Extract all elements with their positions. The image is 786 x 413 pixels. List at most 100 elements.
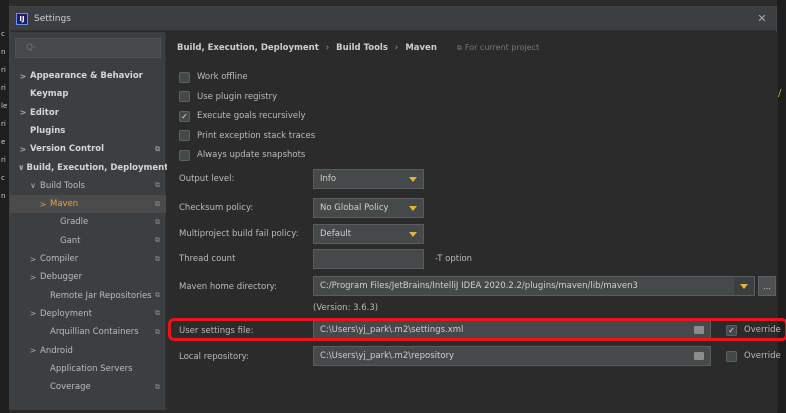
sidebar-item-build-tools[interactable]: ∨ Build Tools ⧉ [10,177,166,195]
project-scope-icon: ⧉ [155,254,160,263]
override-checkbox[interactable] [726,350,737,362]
sidebar-item-version-control[interactable]: > Version Control ⧉ [10,140,166,158]
sidebar-item-deployment[interactable]: > Deployment ⧉ [10,305,166,323]
sidebar-item-label: Arquillian Containers [50,327,139,338]
output-level-select[interactable]: Info [313,169,424,189]
multiproject-fail-select[interactable]: Default [313,224,424,244]
breadcrumb-separator: › [394,43,399,53]
chevron-right-icon: > [19,71,27,81]
chevron-right-icon: > [29,309,37,319]
sidebar-item-label: Application Servers [50,363,133,374]
thread-count-input[interactable] [313,249,424,269]
multiproject-fail-label: Multiproject build fail policy: [179,229,299,239]
sidebar-item-gradle[interactable]: Gradle ⧉ [10,213,166,231]
option-checkbox[interactable] [179,71,190,83]
local-repository-value: C:\Users\yj_park\.m2\repository [320,351,455,361]
chevron-right-icon: > [19,108,27,118]
option-work-offline[interactable]: Work offline [179,69,248,85]
maven-version-label: (Version: 3.6.3) [313,303,379,313]
chevron-right-icon: > [29,272,37,282]
breadcrumb: Build, Execution, Deployment › Build Too… [177,43,539,53]
option-label: Use plugin registry [197,91,278,102]
sidebar-item-compiler[interactable]: > Compiler ⧉ [10,250,166,268]
chevron-right-icon: > [19,144,27,154]
search-box[interactable] [15,38,161,58]
folder-icon[interactable] [694,352,704,360]
option-checkbox[interactable] [179,149,190,161]
search-input[interactable] [26,43,146,53]
sidebar-item-editor[interactable]: > Editor [10,104,166,122]
chevron-down-icon [403,199,423,217]
checksum-policy-label: Checksum policy: [179,203,254,213]
sidebar-item-label: Plugins [30,125,66,136]
project-scope-icon: ⧉ [155,291,160,300]
multiproject-fail-value: Default [320,229,352,239]
sidebar-item-remote-jar-repositories[interactable]: Remote Jar Repositories ⧉ [10,287,166,305]
option-label: Execute goals recursively [197,111,306,121]
project-scope-icon: ⧉ [155,181,160,190]
maven-home-value: C:/Program Files/JetBrains/IntelliJ IDEA… [320,281,638,291]
local-repository-override[interactable]: Override [726,348,781,364]
local-repository-label: Local repository: [179,352,249,362]
window-title: Settings [34,13,71,24]
current-project-note-text: For current project [464,43,540,52]
sidebar-item-label: Coverage [50,382,91,393]
chevron-right-icon: > [29,346,37,355]
background-glyph: ri [1,156,6,164]
option-label: Work offline [197,72,248,82]
chevron-right-icon: > [29,254,37,264]
option-use-plugin-registry[interactable]: Use plugin registry [179,89,277,105]
sidebar-item-maven[interactable]: > Maven ⧉ [10,195,166,214]
sidebar-item-debugger[interactable]: > Debugger [10,268,166,286]
option-checkbox[interactable] [179,130,190,141]
close-icon[interactable]: ✕ [748,12,776,25]
thread-count-label: Thread count [179,254,236,264]
current-project-note: ⧉ For current project [457,43,539,53]
sidebar-item-coverage[interactable]: Coverage ⧉ [10,378,166,396]
thread-count-hint: -T option [435,254,473,264]
maven-home-label: Maven home directory: [179,282,277,292]
local-repository-input[interactable]: C:\Users\yj_park\.m2\repository [313,346,711,366]
chevron-down-icon: ∨ [18,163,25,172]
option-label: Always update snapshots [197,150,306,160]
sidebar-item-label: Maven [50,199,79,210]
background-glyph: / [778,88,782,99]
maven-home-select[interactable]: C:/Program Files/JetBrains/IntelliJ IDEA… [313,276,755,296]
sidebar-item-plugins[interactable]: Plugins [10,122,166,140]
sidebar-item-keymap[interactable]: Keymap [10,85,166,103]
sidebar-item-label: Compiler [40,254,79,264]
chevron-right-icon: > [39,199,47,209]
breadcrumb-item-build-execution[interactable]: Build, Execution, Deployment [177,43,319,53]
sidebar-item-application-servers[interactable]: Application Servers [10,360,166,378]
option-checkbox[interactable] [179,91,190,102]
option-checkbox[interactable]: ✓ [179,110,190,122]
checksum-policy-select[interactable]: No Global Policy [313,198,424,218]
project-scope-icon: ⧉ [155,217,160,226]
sidebar-item-label: Build Tools [40,180,85,191]
option-always-update-snapshots[interactable]: Always update snapshots [179,147,305,163]
sidebar-item-label: Version Control [30,144,105,155]
settings-dialog: IJ Settings ✕ >Appearance & BehaviorKeym… [9,6,786,410]
browse-button[interactable]: ... [758,276,776,296]
project-scope-icon: ⧉ [155,327,160,336]
sidebar-item-label: Gradle [60,217,89,228]
sidebar-item-gant[interactable]: Gant ⧉ [10,232,166,250]
sidebar-item-android[interactable]: > Android [10,342,166,360]
checksum-policy-value: No Global Policy [320,203,389,213]
breadcrumb-separator: › [325,43,330,53]
sidebar-item-build-execution-deployment[interactable]: ∨ Build, Execution, Deployment [10,159,168,177]
sidebar-item-arquillian-containers[interactable]: Arquillian Containers ⧉ [10,323,166,341]
chevron-down-icon: ∨ [30,181,36,191]
settings-sidebar: >Appearance & BehaviorKeymap>EditorPlugi… [10,32,168,410]
sidebar-item-appearance-behavior[interactable]: > Appearance & Behavior [10,67,166,85]
sidebar-item-label: Appearance & Behavior [30,71,143,81]
output-level-value: Info [320,174,337,184]
option-execute-goals-recursively[interactable]: ✓ Execute goals recursively [179,108,306,124]
chevron-down-icon [734,277,754,295]
background-glyph: n [1,192,6,200]
sidebar-item-label: Debugger [40,272,83,283]
breadcrumb-item-build-tools[interactable]: Build Tools [336,43,388,53]
option-print-exception-stack-traces[interactable]: Print exception stack traces [179,128,315,144]
background-glyph: le [1,102,8,110]
maven-settings-panel: Build, Execution, Deployment › Build Too… [167,32,786,410]
